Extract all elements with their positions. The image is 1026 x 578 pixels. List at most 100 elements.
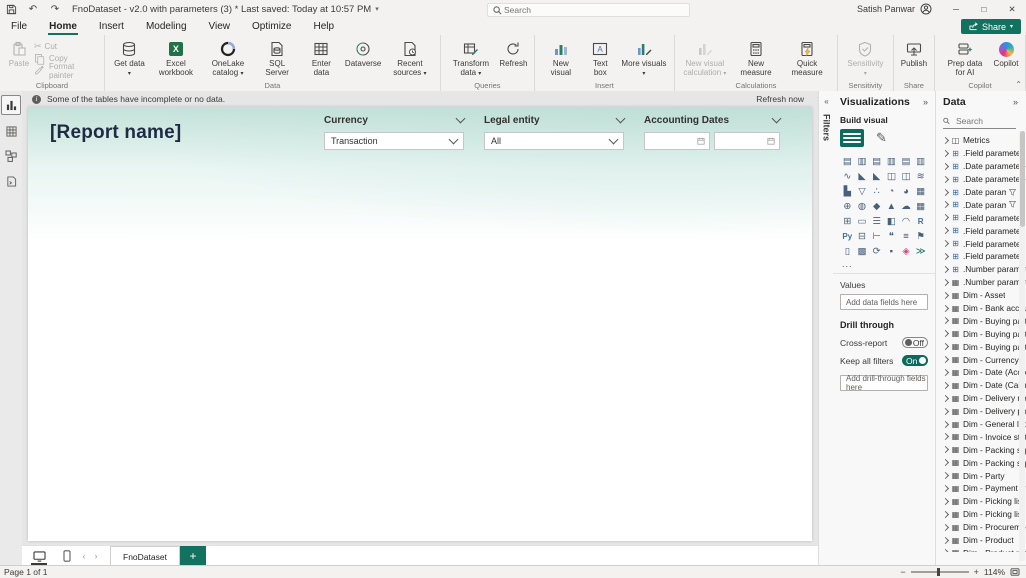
expand-field-icon[interactable] (943, 163, 949, 170)
expand-field-icon[interactable] (943, 188, 949, 195)
ribbon-refresh-button[interactable]: Refresh (497, 38, 530, 70)
ribbon-copilot-button[interactable]: Copilot (991, 38, 1021, 70)
data-field-row[interactable]: ▦Dim - Date (Calendar) (943, 379, 1026, 392)
data-field-row[interactable]: ▦Dim - Payment Posta... (943, 482, 1026, 495)
title-dropdown-icon[interactable]: ▾ (375, 5, 379, 13)
ribbon-recent-sources-button[interactable]: Recent sources ▾ (384, 38, 436, 80)
end-date-input[interactable] (714, 132, 780, 150)
map-icon[interactable]: ⊕ (840, 199, 855, 213)
data-field-row[interactable]: ⊞.Field parameter - Cr... (943, 237, 1026, 250)
report-view-button[interactable] (1, 95, 21, 115)
minimize-button[interactable]: ─ (942, 0, 970, 18)
expand-field-icon[interactable] (943, 227, 949, 234)
collapse-pane-icon[interactable]: » (923, 97, 928, 107)
expand-field-icon[interactable] (943, 420, 949, 427)
expand-field-icon[interactable] (943, 408, 949, 415)
add-data-fields-well[interactable]: Add data fields here (840, 294, 928, 310)
new-page-button[interactable]: + (180, 546, 206, 566)
chevron-down-icon[interactable] (616, 114, 626, 124)
chevron-down-icon[interactable] (772, 114, 782, 124)
data-field-row[interactable]: ▦Dim - Picking list nu... (943, 508, 1026, 521)
gauge-icon[interactable]: ◠ (899, 214, 914, 228)
legal-entity-dropdown[interactable]: All (484, 132, 624, 150)
start-date-input[interactable] (644, 132, 710, 150)
r-script-visual-icon[interactable]: R (913, 214, 928, 228)
expand-field-icon[interactable] (943, 304, 949, 311)
expand-field-icon[interactable] (943, 253, 949, 260)
waterfall-chart-icon[interactable]: ▙ (840, 184, 855, 198)
collapse-pane-icon[interactable]: » (1013, 97, 1018, 107)
data-field-row[interactable]: ▦Dim - Procurement c... (943, 521, 1026, 534)
table-view-button[interactable] (2, 122, 20, 140)
zoom-slider-thumb[interactable] (937, 568, 940, 576)
expand-field-icon[interactable] (943, 369, 949, 376)
data-field-row[interactable]: ⊞.Date parameter - A... (943, 160, 1026, 173)
goals-icon[interactable]: ⚑ (913, 229, 928, 243)
data-field-row[interactable]: ⊞.Date paramet... (943, 186, 1026, 199)
more-visual-icon[interactable]: ≫ (913, 244, 928, 258)
expand-field-icon[interactable] (943, 150, 949, 157)
data-field-row[interactable]: ⊞.Field parameter - A... (943, 211, 1026, 224)
redo-icon[interactable]: ↷ (44, 0, 66, 18)
expand-field-icon[interactable] (943, 395, 949, 402)
line-stacked-column-chart-icon[interactable]: ◫ (884, 169, 899, 183)
data-field-row[interactable]: ▦Dim - Buying party (943, 314, 1026, 327)
ribbon-publish-button[interactable]: Publish (898, 38, 930, 70)
data-search-box[interactable] (943, 114, 1016, 129)
stacked-column-chart-icon[interactable]: ▥ (855, 154, 870, 168)
arcgis-map-icon[interactable]: ☁ (899, 199, 914, 213)
maximize-button[interactable]: □ (970, 0, 998, 18)
menu-file[interactable]: File (0, 18, 38, 35)
desktop-layout-button[interactable] (28, 546, 50, 566)
expand-field-icon[interactable] (943, 176, 949, 183)
chevron-down-icon[interactable] (456, 114, 466, 124)
menu-modeling[interactable]: Modeling (135, 18, 198, 35)
refresh-now-button[interactable]: Refresh now (749, 92, 811, 106)
key-influencers-icon[interactable]: ⊟ (855, 229, 870, 243)
ribbon-prep-data-for-ai-button[interactable]: Prep data for AI (939, 38, 991, 79)
currency-dropdown[interactable]: Transaction (324, 132, 464, 150)
data-field-row[interactable]: ▦Dim - Packing slip lin... (943, 443, 1026, 456)
clustered-column-chart-icon[interactable]: ▥ (884, 154, 899, 168)
data-field-row[interactable]: ▦Dim - Asset (943, 289, 1026, 302)
power-automate-icon[interactable]: ⟳ (869, 244, 884, 258)
100-stacked-bar-chart-icon[interactable]: ▤ (899, 154, 914, 168)
avatar[interactable] (920, 3, 932, 15)
decomposition-tree-icon[interactable]: ⊢ (869, 229, 884, 243)
python-visual-icon[interactable]: Py (840, 229, 855, 243)
report-title[interactable]: [Report name] (50, 122, 181, 144)
data-pane-scrollbar[interactable] (1019, 131, 1025, 561)
card-icon[interactable]: ▭ (855, 214, 870, 228)
area-chart-icon[interactable]: ◣ (855, 169, 870, 183)
kpi-icon[interactable]: ◧ (884, 214, 899, 228)
expand-field-icon[interactable] (943, 317, 949, 324)
data-field-row[interactable]: ▦Dim - General ledger... (943, 418, 1026, 431)
next-page-icon[interactable]: › (90, 551, 102, 561)
power-apps-icon[interactable]: ▩ (855, 244, 870, 258)
pie-chart-icon[interactable]: ◔ (884, 184, 899, 198)
100-stacked-column-chart-icon[interactable]: ▥ (913, 154, 928, 168)
stacked-bar-chart-icon[interactable]: ▤ (840, 154, 855, 168)
ribbon-quick-measure-button[interactable]: Quick measure (781, 38, 833, 79)
ribbon-text-box-button[interactable]: AText box (583, 38, 618, 79)
ribbon-dataverse-button[interactable]: Dataverse (342, 38, 384, 70)
ribbon-onelake-catalog-button[interactable]: OneLake catalog ▾ (202, 38, 254, 80)
zoom-slider[interactable] (911, 571, 969, 573)
data-field-row[interactable]: ▦Dim - Product receip... (943, 547, 1026, 553)
data-field-row[interactable]: ▦Dim - Currency (943, 353, 1026, 366)
qa-visual-icon[interactable]: ❝ (884, 229, 899, 243)
expand-field-icon[interactable] (943, 356, 949, 363)
expand-field-icon[interactable] (943, 485, 949, 492)
previous-page-icon[interactable]: ‹ (78, 551, 90, 561)
data-field-row[interactable]: ⊞.Field parameter - Cu... (943, 147, 1026, 160)
data-field-row[interactable]: ▦Dim - Bank account (943, 302, 1026, 315)
expand-field-icon[interactable] (943, 537, 949, 544)
expand-field-icon[interactable] (943, 382, 949, 389)
data-field-row[interactable]: ▦Dim - Date (Account... (943, 366, 1026, 379)
undo-icon[interactable]: ↶ (22, 0, 44, 18)
data-field-row[interactable]: ▦Dim - Buying party p... (943, 340, 1026, 353)
data-field-row[interactable]: ▦Dim - Picking list lin... (943, 495, 1026, 508)
smart-narrative-icon[interactable]: ≡ (899, 229, 914, 243)
data-field-row[interactable]: ▦Dim - Product (943, 534, 1026, 547)
donut-chart-icon[interactable]: ◕ (899, 184, 914, 198)
